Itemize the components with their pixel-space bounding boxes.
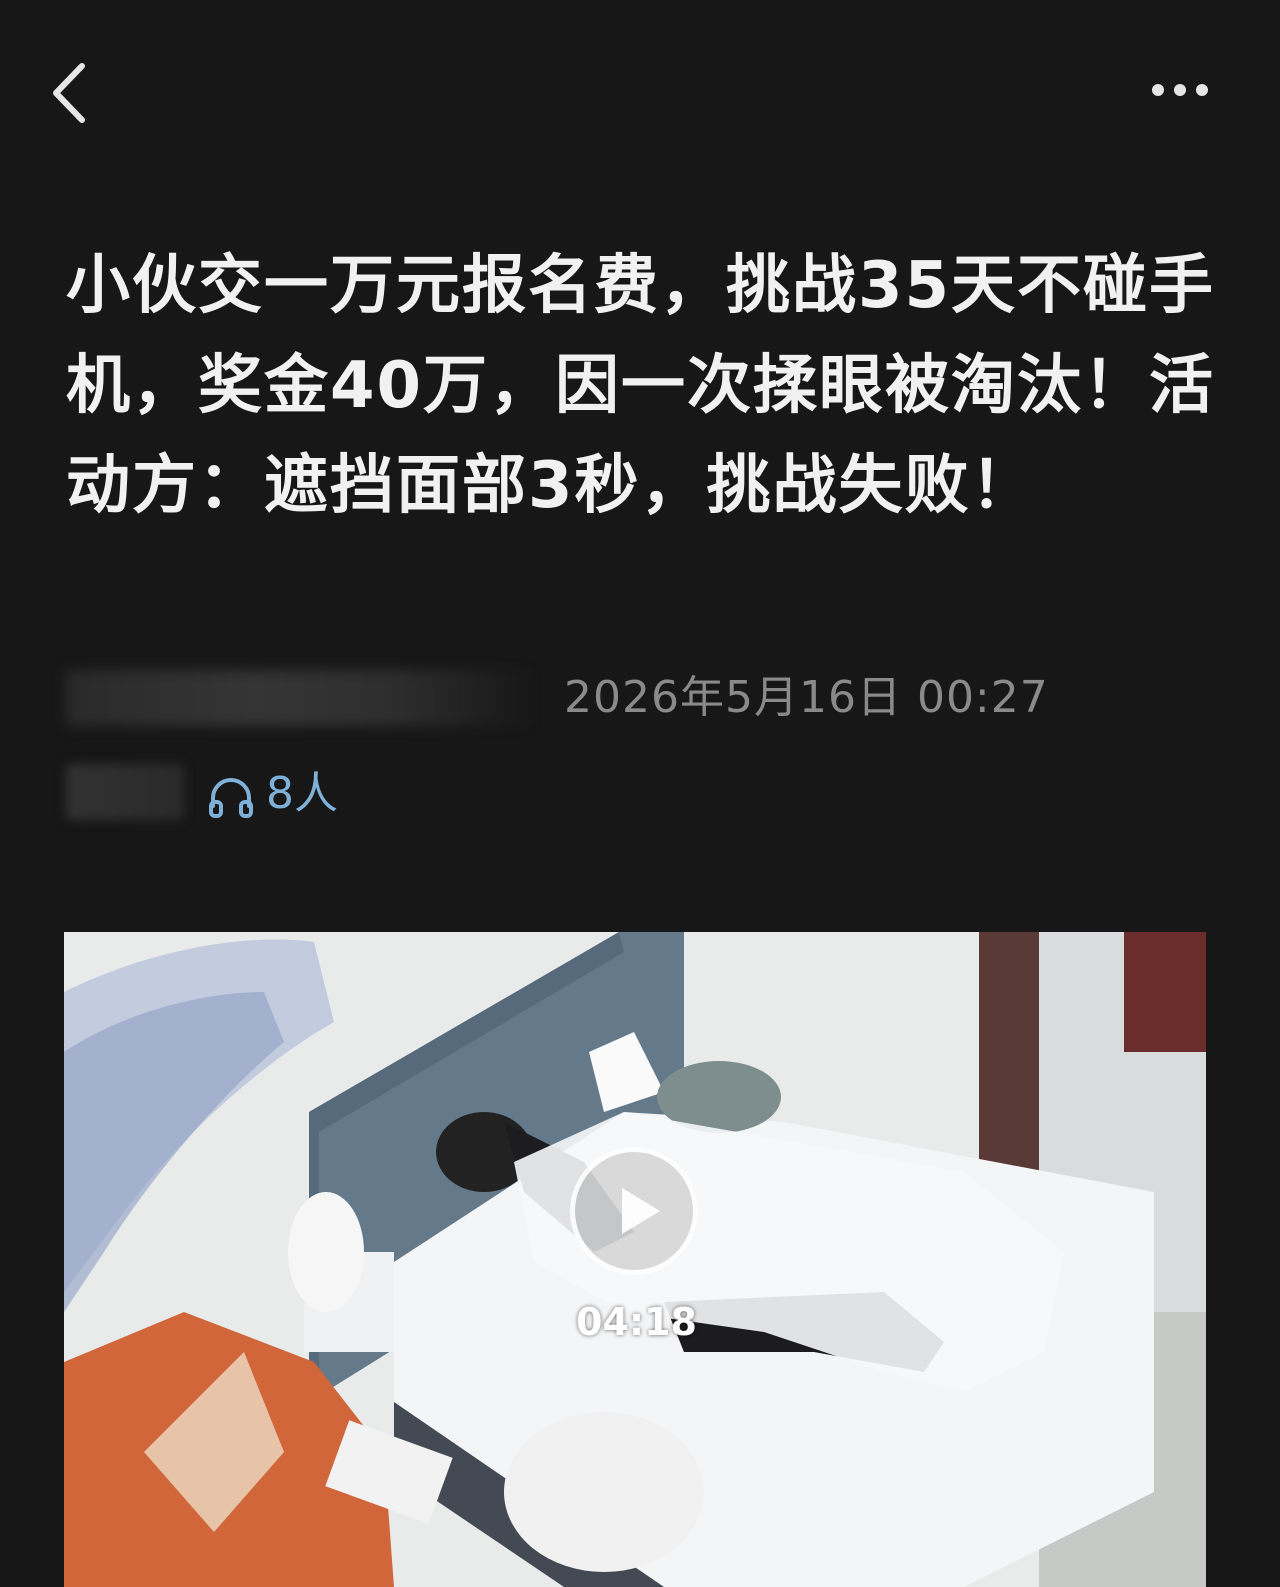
play-icon bbox=[622, 1188, 660, 1234]
more-options-button[interactable] bbox=[1140, 70, 1220, 110]
listen-row: 8人 bbox=[66, 760, 666, 830]
listener-count: 8人 bbox=[266, 768, 338, 819]
more-horizontal-icon bbox=[1152, 84, 1208, 96]
video-player[interactable]: 04:18 bbox=[64, 932, 1206, 1587]
source-name-redacted[interactable] bbox=[66, 764, 184, 820]
post-timestamp: 2026年5月16日 00:27 bbox=[564, 672, 1049, 723]
top-bar bbox=[0, 0, 1280, 190]
post-page: 小伙交一万元报名费，挑战35天不碰手机，奖金40万，因一次揉眼被淘汰！活动方：遮… bbox=[0, 0, 1280, 1587]
post-title: 小伙交一万元报名费，挑战35天不碰手机，奖金40万，因一次揉眼被淘汰！活动方：遮… bbox=[66, 249, 1216, 523]
author-name-redacted[interactable] bbox=[66, 670, 536, 726]
video-duration: 04:18 bbox=[576, 1300, 697, 1344]
back-button[interactable] bbox=[48, 58, 98, 128]
post-meta: 2026年5月16日 00:27 bbox=[66, 664, 1216, 734]
headphones-icon bbox=[209, 778, 253, 818]
play-button[interactable] bbox=[570, 1147, 698, 1275]
chevron-left-icon bbox=[53, 63, 85, 123]
